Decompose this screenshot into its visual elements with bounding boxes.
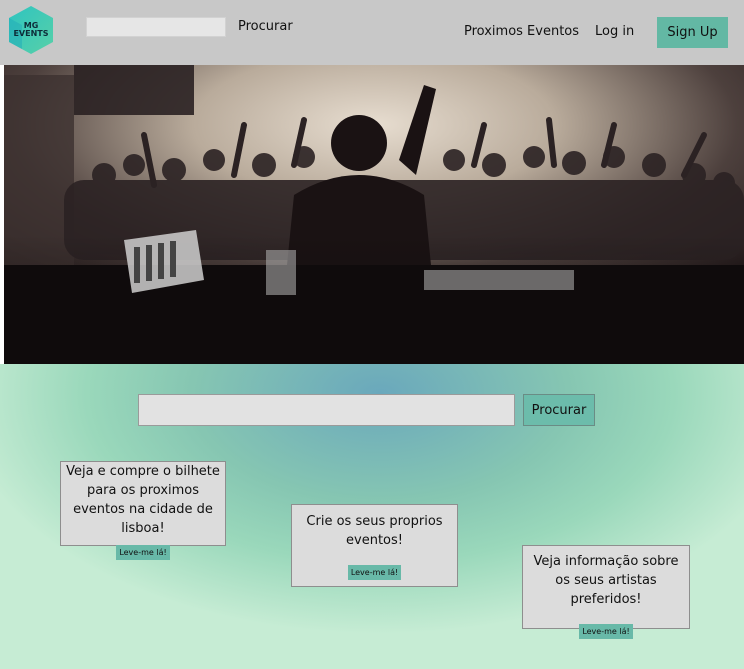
logo-text-line2: EVENTS bbox=[13, 29, 49, 38]
logo-text: MG EVENTS bbox=[8, 22, 54, 38]
header-search-input[interactable] bbox=[86, 17, 226, 37]
card-text: Veja e compre o bilhete para os proximos… bbox=[66, 464, 220, 536]
card-artists-info-button[interactable]: Leve-me lá! bbox=[579, 624, 633, 639]
top-navbar: MG EVENTS Procurar Proximos Eventos Log … bbox=[0, 0, 744, 65]
card-buy-tickets: Veja e compre o bilhete para os proximos… bbox=[60, 461, 226, 560]
card-buy-tickets-button[interactable]: Leve-me lá! bbox=[116, 545, 170, 560]
main-search-input[interactable] bbox=[138, 394, 515, 426]
main-search-button[interactable]: Procurar bbox=[523, 394, 595, 426]
card-create-events-button[interactable]: Leve-me lá! bbox=[347, 565, 402, 580]
header-search-button[interactable]: Procurar bbox=[238, 19, 293, 34]
nav-login[interactable]: Log in bbox=[595, 24, 634, 39]
content-section: Procurar Veja e compre o bilhete para os… bbox=[0, 364, 744, 669]
card-text: Crie os seus proprios eventos! bbox=[306, 514, 443, 548]
hero-photo-dj-crowd bbox=[4, 65, 744, 364]
signup-button[interactable]: Sign Up bbox=[657, 17, 728, 48]
hero-image bbox=[4, 65, 744, 364]
card-artists-info: Veja informação sobre os seus artistas p… bbox=[522, 545, 690, 639]
card-create-events: Crie os seus proprios eventos! Leve-me l… bbox=[291, 504, 458, 587]
logo[interactable]: MG EVENTS bbox=[8, 5, 54, 55]
card-text: Veja informação sobre os seus artistas p… bbox=[533, 554, 679, 607]
nav-upcoming-events[interactable]: Proximos Eventos bbox=[464, 24, 579, 39]
page: MG EVENTS Procurar Proximos Eventos Log … bbox=[0, 0, 744, 669]
